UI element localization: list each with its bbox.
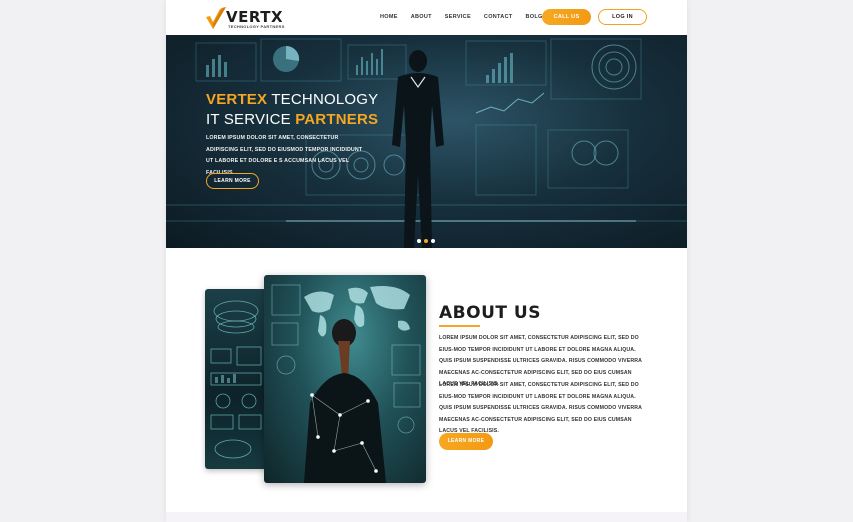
about-learn-more-button[interactable]: LEARN MORE (439, 433, 493, 450)
nav-blog[interactable]: BOLG (526, 14, 543, 20)
nav-home[interactable]: HOME (380, 14, 398, 20)
hero-learn-more-button[interactable]: LEARN MORE (206, 173, 259, 189)
main-nav: HOME ABOUT SERVICE CONTACT BOLG (380, 14, 556, 20)
log-in-button[interactable]: LOG IN (598, 9, 647, 25)
slider-dot-2[interactable] (424, 239, 428, 243)
businessman-silhouette (392, 50, 444, 248)
about-title-underline (439, 325, 480, 327)
hero-banner: VERTEX TECHNOLOGY IT SERVICE PARTNERS LO… (166, 35, 687, 248)
site-header: VERTX TECHNOLOGY PARTNERS HOME ABOUT SER… (166, 0, 687, 35)
slider-dot-3[interactable] (431, 239, 435, 243)
about-paragraph-2: LOREM IPSUM DOLOR SIT AMET, CONSECTETUR … (439, 382, 642, 434)
slider-dot-1[interactable] (417, 239, 421, 243)
hero-title-accent-1: VERTEX (206, 91, 268, 108)
hero-title-rest-2: IT SERVICE (206, 111, 296, 128)
hero-title-rest-1: TECHNOLOGY (267, 91, 379, 108)
hero-title-line-1: VERTEX TECHNOLOGY (206, 91, 378, 108)
brand-logo[interactable]: VERTX TECHNOLOGY PARTNERS (204, 5, 299, 31)
woman-silhouette (304, 319, 386, 483)
page-frame: VERTX TECHNOLOGY PARTNERS HOME ABOUT SER… (166, 0, 687, 522)
nav-about[interactable]: ABOUT (411, 14, 432, 20)
slider-dots (417, 239, 435, 243)
about-secondary-image (205, 289, 267, 469)
about-main-image (264, 275, 426, 483)
nav-service[interactable]: SERVICE (445, 14, 471, 20)
next-section-strip (166, 512, 687, 522)
nav-contact[interactable]: CONTACT (484, 14, 513, 20)
check-mark-logo-icon (206, 7, 226, 29)
call-us-button[interactable]: CALL US (542, 9, 591, 25)
brand-tagline: TECHNOLOGY PARTNERS (228, 24, 285, 29)
about-title: ABOUT US (439, 303, 541, 323)
hero-title-line-2: IT SERVICE PARTNERS (206, 111, 378, 128)
hero-title-accent-2: PARTNERS (295, 111, 379, 128)
